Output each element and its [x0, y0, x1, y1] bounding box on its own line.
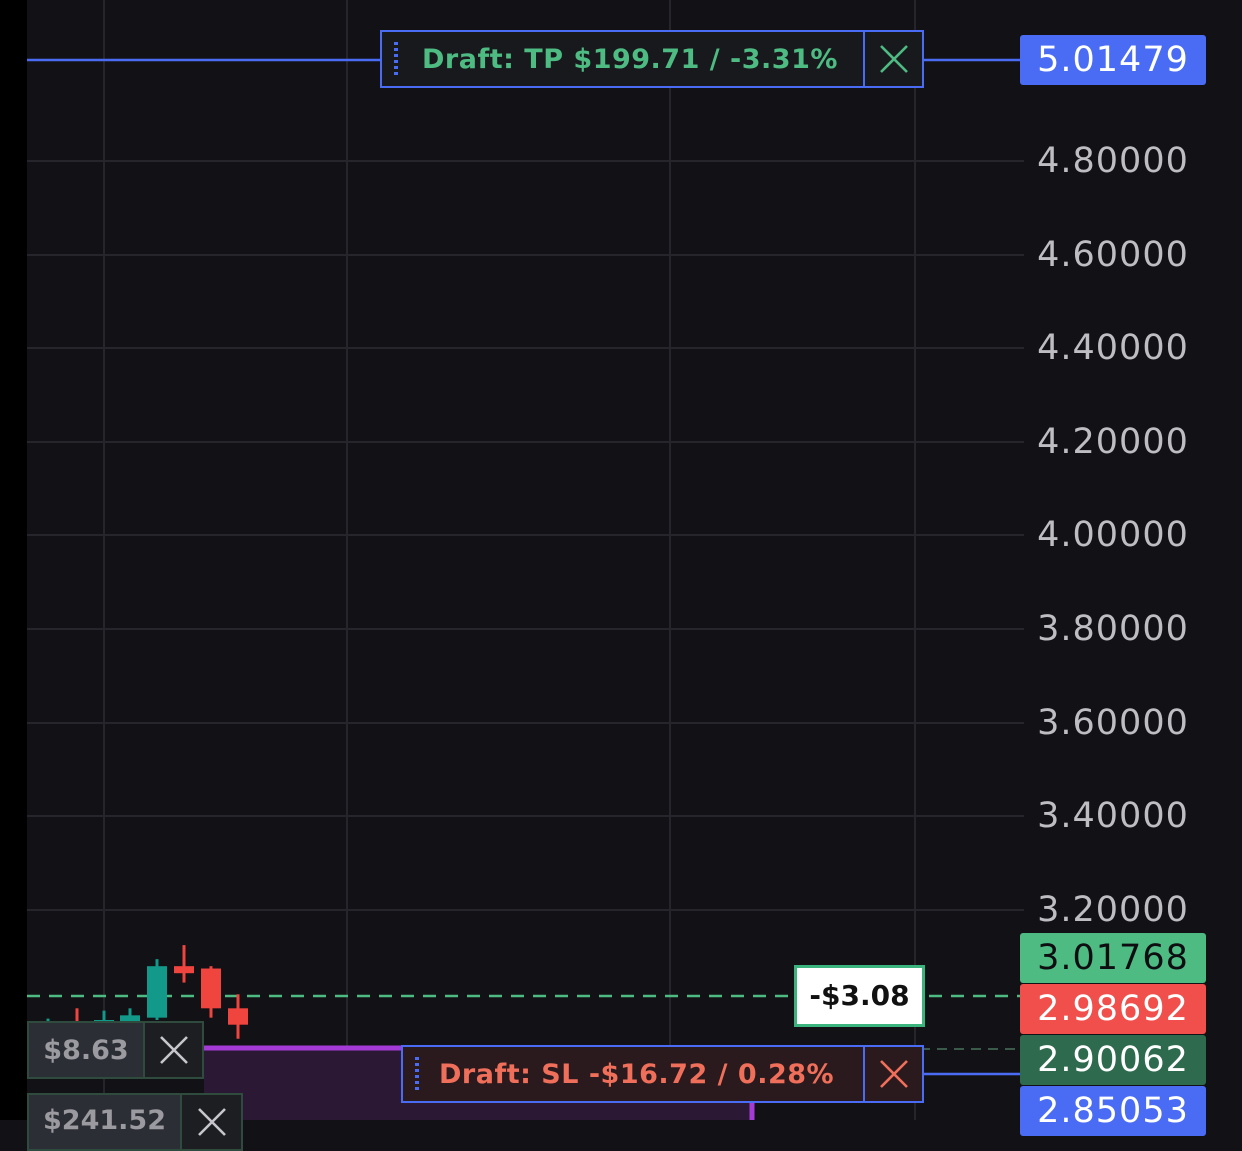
- candle-body-5: [174, 966, 194, 974]
- y-tick-label-2: 4.40000: [1037, 328, 1189, 368]
- sl-close-button[interactable]: [863, 1045, 924, 1103]
- y-tick-label-4: 4.00000: [1037, 515, 1189, 555]
- candle-body-7: [228, 1008, 248, 1025]
- position-close-button-2[interactable]: [180, 1093, 243, 1151]
- y-tick-label-3: 4.20000: [1037, 422, 1189, 462]
- drag-grip-icon[interactable]: [394, 42, 398, 76]
- close-x-icon: [879, 1060, 908, 1088]
- purple-zone-bottom: [242, 1102, 754, 1120]
- y-tick-label-8: 3.20000: [1037, 890, 1189, 930]
- y-tick-label-5: 3.80000: [1037, 609, 1189, 649]
- sl-price-tag: 2.85053: [1020, 1086, 1206, 1136]
- left-edge-strip: [0, 0, 27, 1120]
- position-pnl-box-2[interactable]: $241.52: [27, 1093, 182, 1151]
- position-pnl-value-2: $241.52: [43, 1105, 166, 1136]
- sl-draft-label: Draft: SL -$16.72 / 0.28%: [439, 1058, 835, 1090]
- close-x-icon: [879, 45, 908, 73]
- y-tick-label-1: 4.60000: [1037, 235, 1189, 275]
- position-pnl-value: $8.63: [43, 1034, 129, 1066]
- entry-price-tag: 2.98692: [1020, 984, 1206, 1034]
- tp-draft-order[interactable]: Draft: TP $199.71 / -3.31%: [380, 30, 865, 88]
- price-level-lines: [27, 58, 1022, 1120]
- y-tick-label-6: 3.60000: [1037, 703, 1189, 743]
- candle-body-6: [201, 968, 221, 1009]
- current-price-tag: 3.01768: [1020, 933, 1206, 983]
- close-x-icon: [197, 1108, 226, 1136]
- entry-pnl-label[interactable]: -$3.08: [794, 965, 925, 1027]
- sl-draft-order[interactable]: Draft: SL -$16.72 / 0.28%: [401, 1045, 865, 1103]
- position-pnl-box[interactable]: $8.63: [27, 1021, 145, 1079]
- tp-close-button[interactable]: [863, 30, 924, 88]
- position-close-button[interactable]: [143, 1021, 204, 1079]
- y-tick-label-0: 4.80000: [1037, 141, 1189, 181]
- tp-price-tag: 5.01479: [1020, 35, 1206, 85]
- tp-draft-label: Draft: TP $199.71 / -3.31%: [422, 43, 838, 75]
- y-tick-label-7: 3.40000: [1037, 796, 1189, 836]
- drag-grip-icon[interactable]: [415, 1057, 419, 1091]
- chart-grid: [27, 0, 1024, 1120]
- close-x-icon: [159, 1036, 188, 1064]
- candle-body-4: [147, 966, 167, 1018]
- dark-green-price-tag: 2.90062: [1020, 1035, 1206, 1085]
